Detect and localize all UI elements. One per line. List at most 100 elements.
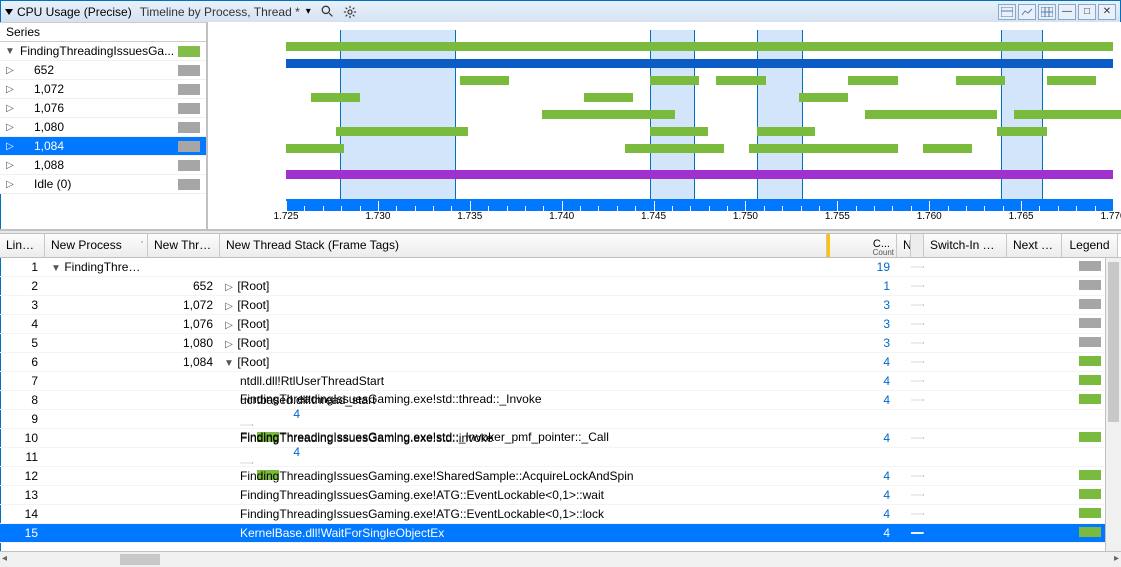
col-next-switch[interactable]: Next S... [1007,234,1062,257]
col-new-thread[interactable]: New Threa... [148,234,220,257]
timeline-segment [286,170,1113,179]
col-new-process[interactable]: New Process◦ [45,234,148,257]
cell-line: 8 [0,392,45,408]
collapse-icon[interactable] [5,9,13,15]
minimize-icon[interactable]: — [1058,4,1076,20]
table-row[interactable]: 61,084▼ [Root]4 [0,353,1121,372]
series-row[interactable]: ▷1,080 [0,118,206,137]
tick-label: 1.750 [733,211,758,222]
timeline-ruler[interactable] [286,199,1113,211]
series-row[interactable]: ▷1,076 [0,99,206,118]
cell-line: 12 [0,468,45,484]
col-legend[interactable]: Legend [1062,234,1118,257]
timeline-segment [923,144,973,153]
cell-thread: 1,072 [148,297,220,313]
timeline-chart[interactable] [286,30,1113,201]
expand-icon[interactable]: ▼ [4,46,16,57]
expand-icon[interactable]: ▷ [4,160,16,171]
col-thread-stack[interactable]: New Thread Stack (Frame Tags) [220,234,827,257]
expand-icon[interactable]: ▷ [224,301,234,312]
cell-thread: 1,080 [148,335,220,351]
timeline-segment [460,76,510,85]
table-row[interactable]: 1▼ FindingThrea...19 [0,258,1121,277]
table-row[interactable]: 31,072▷ [Root]3 [0,296,1121,315]
series-swatch [178,103,200,114]
cell-count: 1 [830,278,897,294]
dropdown-icon[interactable]: ▾ [306,6,311,17]
table-row[interactable]: 12 FindingThreadingIssuesGaming.exe!Share… [0,467,1121,486]
timeline-segment [625,144,724,153]
cell-count: 4 [830,525,897,541]
series-swatch [178,141,200,152]
expand-icon[interactable]: ▼ [51,263,61,274]
vertical-scrollbar[interactable] [1105,258,1121,551]
expand-icon[interactable]: ▼ [224,358,234,369]
table-row[interactable]: 2652▷ [Root]1 [0,277,1121,296]
col-line[interactable]: Line # [0,234,45,257]
cell-stack: FindingThreadingIssuesGaming.exe!ATG::Ev… [220,487,827,503]
cell-process [45,494,148,496]
series-row[interactable]: ▼FindingThreadingIssuesGa... [0,42,206,61]
col-n[interactable]: N [897,234,911,257]
cell-stack [220,266,827,268]
table-row[interactable]: 14FindingThreadingIssuesGaming.exe!ATG::… [0,505,1121,524]
table-row[interactable]: 41,076▷ [Root]3 [0,315,1121,334]
tick-label: 1.760 [917,211,942,222]
cell-process [45,513,148,515]
cell-count: 4 [830,392,897,408]
series-row[interactable]: ▷1,088 [0,156,206,175]
expand-icon[interactable]: ▷ [4,84,16,95]
expand-icon[interactable]: ▷ [4,122,16,133]
layout-both-icon[interactable] [998,4,1016,20]
series-label: 1,076 [16,101,178,115]
table-row[interactable]: 51,080▷ [Root]3 [0,334,1121,353]
expand-icon[interactable]: ▷ [224,320,234,331]
series-row[interactable]: ▷Idle (0) [0,175,206,194]
tick-label: 1.755 [825,211,850,222]
timeline-segment [286,42,1113,51]
table-row[interactable]: 9FindingThreadingIssuesGaming.exe!std::t… [0,410,1121,429]
search-icon[interactable] [320,4,336,20]
timeline-segment [749,144,898,153]
cell-process [45,285,148,287]
cell-stack: KernelBase.dll!WaitForSingleObjectEx [220,525,827,541]
timeline-segment [757,127,815,136]
timeline-segment [716,76,766,85]
series-row[interactable]: ▷652 [0,61,206,80]
view-selector[interactable]: Timeline by Process, Thread * [140,5,300,19]
table-header: Line # New Process◦ New Threa... New Thr… [0,234,1121,258]
cell-line: 13 [0,487,45,503]
maximize-icon[interactable]: □ [1078,4,1096,20]
layout-table-icon[interactable] [1038,4,1056,20]
cell-stack: FindingThreadingIssuesGaming.exe!SharedS… [220,468,827,484]
expand-icon[interactable]: ▷ [4,65,16,76]
col-gap [911,234,924,257]
cell-stack: ▼ [Root] [220,354,827,370]
expand-icon[interactable]: ▷ [224,282,234,293]
gear-icon[interactable] [342,4,358,20]
timeline-segment [286,59,1113,68]
expand-icon[interactable]: ▷ [4,141,16,152]
horizontal-scrollbar[interactable]: ◂▸ [0,551,1121,567]
expand-icon[interactable]: ▷ [4,103,16,114]
col-count[interactable]: C...Count [830,234,897,257]
series-row[interactable]: ▷1,084 [0,137,206,156]
table-row[interactable]: 13 FindingThreadingIssuesGaming.exe!ATG::… [0,486,1121,505]
layout-chart-icon[interactable] [1018,4,1036,20]
cell-process [45,342,148,344]
series-swatch [178,84,200,95]
cell-process [45,456,148,458]
cell-count: 4 [830,506,897,522]
table-row[interactable]: 7ntdll.dll!RtlUserThreadStart4 [0,372,1121,391]
cell-thread: 1,076 [148,316,220,332]
table-row[interactable]: 11FindingThreadingIssuesGaming.exe!std::… [0,448,1121,467]
series-row[interactable]: ▷1,072 [0,80,206,99]
close-icon[interactable]: ✕ [1098,4,1116,20]
table-row[interactable]: 15KernelBase.dll!WaitForSingleObjectEx4 [0,524,1121,543]
cell-count: 3 [830,335,897,351]
expand-icon[interactable]: ▷ [224,339,234,350]
cell-thread: 652 [148,278,220,294]
series-label: Idle (0) [16,177,178,191]
col-switch-in[interactable]: Switch-In Ti... [924,234,1007,257]
expand-icon[interactable]: ▷ [4,179,16,190]
